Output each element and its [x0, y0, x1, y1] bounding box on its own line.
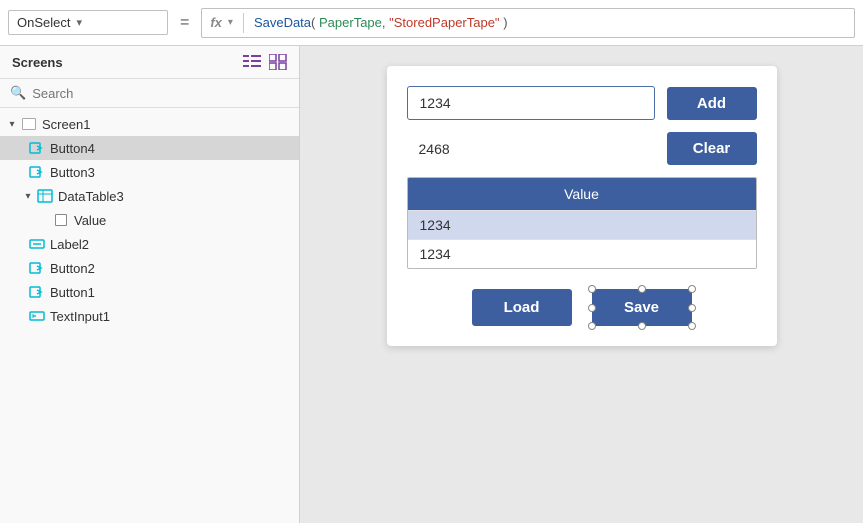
handle-top-mid — [638, 285, 646, 293]
table-row[interactable]: 1234 — [408, 210, 756, 239]
sidebar-label-screen1: Screen1 — [42, 117, 90, 132]
value-display: 2468 — [407, 133, 655, 165]
sidebar: Screens 🔍 ▾ Screen1 — [0, 46, 300, 523]
formula-text: SaveData( PaperTape, "StoredPaperTape" ) — [254, 15, 508, 30]
search-icon: 🔍 — [10, 85, 26, 101]
sidebar-item-label2[interactable]: Label2 — [0, 232, 299, 256]
sidebar-label-datatable3: DataTable3 — [58, 189, 124, 204]
handle-bottom-left — [588, 322, 596, 330]
load-button[interactable]: Load — [472, 289, 572, 326]
handle-mid-right — [688, 304, 696, 312]
sidebar-label-label2: Label2 — [50, 237, 89, 252]
label-icon — [28, 235, 46, 253]
sidebar-label-button3: Button3 — [50, 165, 95, 180]
sidebar-item-textinput1[interactable]: TextInput1 — [0, 304, 299, 328]
app-card: Add 2468 Clear Value 1234 1234 Load Save — [387, 66, 777, 346]
textinput-icon — [28, 307, 46, 325]
top-bar: OnSelect ▾ = fx ▾ SaveData( PaperTape, "… — [0, 0, 863, 46]
equals-icon: = — [176, 14, 193, 32]
event-label: OnSelect — [17, 15, 70, 30]
handle-top-left — [588, 285, 596, 293]
sidebar-item-button2[interactable]: Button2 — [0, 256, 299, 280]
handle-bottom-right — [688, 322, 696, 330]
search-bar: 🔍 — [0, 79, 299, 108]
list-view-icon[interactable] — [243, 54, 261, 70]
input-row: Add — [407, 86, 757, 120]
sidebar-label-button1: Button1 — [50, 285, 95, 300]
text-input-field[interactable] — [407, 86, 655, 120]
formula-bar[interactable]: fx ▾ SaveData( PaperTape, "StoredPaperTa… — [201, 8, 855, 38]
checkbox-icon-value — [52, 211, 70, 229]
data-table: Value 1234 1234 — [407, 177, 757, 269]
sidebar-item-screen1[interactable]: ▾ Screen1 — [0, 112, 299, 136]
canvas-area: Add 2468 Clear Value 1234 1234 Load Save — [300, 46, 863, 523]
main-area: Screens 🔍 ▾ Screen1 — [0, 46, 863, 523]
save-button[interactable]: Save — [592, 289, 692, 326]
button-icon-button2 — [28, 259, 46, 277]
sidebar-label-value: Value — [74, 213, 106, 228]
handle-bottom-mid — [638, 322, 646, 330]
sidebar-header: Screens — [0, 46, 299, 79]
sidebar-item-value[interactable]: Value — [0, 208, 299, 232]
screen-icon — [20, 115, 38, 133]
button-icon-button4 — [28, 139, 46, 157]
save-button-wrapper: Save — [592, 289, 692, 326]
add-button[interactable]: Add — [667, 87, 757, 120]
handle-mid-left — [588, 304, 596, 312]
tree-arrow-datatable3: ▾ — [20, 191, 36, 202]
sidebar-item-button1[interactable]: Button1 — [0, 280, 299, 304]
table-header: Value — [408, 178, 756, 210]
tree: ▾ Screen1 Button4 — [0, 108, 299, 523]
search-input[interactable] — [32, 86, 289, 101]
button-icon-button1 — [28, 283, 46, 301]
sidebar-icons — [243, 54, 287, 70]
table-row[interactable]: 1234 — [408, 239, 756, 268]
formula-divider — [243, 13, 244, 33]
bottom-buttons: Load Save — [407, 289, 757, 326]
sidebar-title: Screens — [12, 55, 63, 70]
grid-view-icon[interactable] — [269, 54, 287, 70]
event-selector[interactable]: OnSelect ▾ — [8, 10, 168, 35]
sidebar-item-button3[interactable]: Button3 — [0, 160, 299, 184]
formula-fx-icon: fx — [210, 15, 222, 30]
sidebar-item-button4[interactable]: Button4 — [0, 136, 299, 160]
tree-arrow-screen1: ▾ — [4, 119, 20, 130]
clear-button[interactable]: Clear — [667, 132, 757, 165]
value-display-row: 2468 Clear — [407, 132, 757, 165]
sidebar-label-button2: Button2 — [50, 261, 95, 276]
sidebar-item-datatable3[interactable]: ▾ DataTable3 — [0, 184, 299, 208]
datatable-icon — [36, 187, 54, 205]
sidebar-label-button4: Button4 — [50, 141, 95, 156]
sidebar-label-textinput1: TextInput1 — [50, 309, 110, 324]
button-icon-button3 — [28, 163, 46, 181]
formula-chevron-icon: ▾ — [228, 17, 233, 28]
handle-top-right — [688, 285, 696, 293]
event-chevron-icon: ▾ — [76, 16, 82, 29]
